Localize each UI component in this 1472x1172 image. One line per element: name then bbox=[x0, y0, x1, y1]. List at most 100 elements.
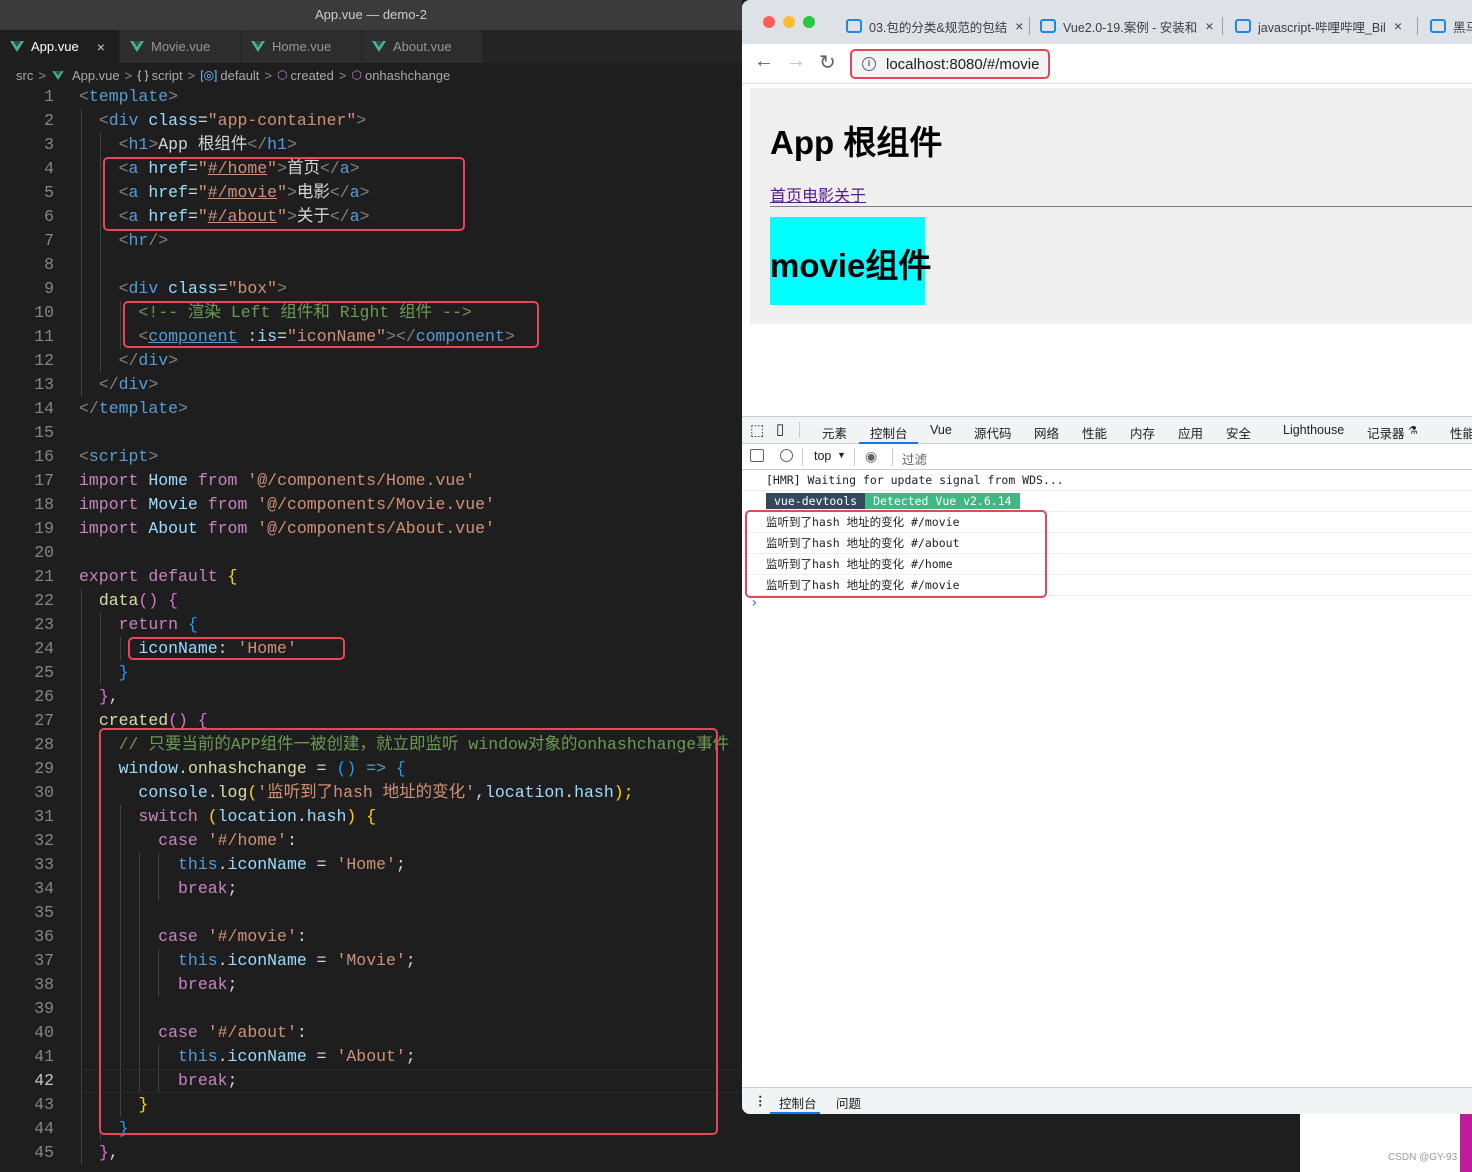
info-icon[interactable]: i bbox=[862, 57, 876, 71]
link-about[interactable]: 关于 bbox=[834, 188, 866, 205]
bilibili-tv-icon bbox=[1430, 19, 1446, 33]
address-bar-url[interactable]: localhost:8080/#/movie bbox=[886, 56, 1039, 73]
tab-divider bbox=[1417, 17, 1418, 35]
close-icon[interactable]: × bbox=[1205, 18, 1213, 34]
code-line: <script> bbox=[79, 447, 159, 466]
more-vertical-icon[interactable]: ⋮ bbox=[754, 1093, 767, 1108]
browser-window: 03.包的分类&规范的包结 × Vue2.0-19.案例 - 安装和 × jav… bbox=[742, 0, 1472, 1114]
sidebar-toggle-icon[interactable] bbox=[750, 449, 764, 462]
tab-app-vue[interactable]: App.vue × bbox=[0, 30, 120, 63]
context-selector[interactable]: top bbox=[814, 449, 831, 463]
toolbar-divider bbox=[892, 448, 893, 466]
browser-tab[interactable]: Vue2.0-19.案例 - 安装和 × bbox=[1040, 8, 1218, 44]
bilibili-tv-icon bbox=[1040, 19, 1056, 33]
tab-vue[interactable]: Vue bbox=[930, 423, 952, 437]
chevron-right-icon: > bbox=[38, 67, 46, 83]
devtools-tab-bar: ⬚ ▯ 元素 控制台 Vue 源代码 网络 性能 内存 应用 安全 Lighth… bbox=[742, 416, 1472, 444]
close-icon[interactable]: × bbox=[97, 39, 105, 55]
page-viewport: App 根组件 首页电影关于 movie组件 bbox=[742, 84, 1472, 416]
tab-recorder[interactable]: 记录器 bbox=[1367, 423, 1405, 442]
code-line: import About from '@/components/About.vu… bbox=[79, 519, 495, 538]
tab-movie-vue[interactable]: Movie.vue bbox=[120, 30, 241, 63]
inspect-element-icon[interactable]: ⬚ bbox=[750, 421, 764, 439]
chevron-down-icon[interactable]: ▼ bbox=[837, 450, 846, 460]
back-arrow-icon[interactable]: ← bbox=[754, 50, 774, 73]
devtools-badge: vue-devtools bbox=[766, 493, 866, 509]
line-number: 15 bbox=[34, 423, 54, 442]
tab-sources[interactable]: 源代码 bbox=[974, 423, 1012, 442]
browser-tab[interactable]: 黑马 bbox=[1430, 8, 1472, 44]
tab-console[interactable]: 控制台 bbox=[870, 423, 908, 442]
line-number: 39 bbox=[34, 999, 54, 1018]
tab-network[interactable]: 网络 bbox=[1034, 423, 1059, 442]
code-line: } bbox=[118, 663, 129, 682]
drawer-tab-console[interactable]: 控制台 bbox=[779, 1093, 817, 1112]
tab-performance[interactable]: 性能 bbox=[1082, 423, 1107, 442]
app-heading: App 根组件 bbox=[770, 124, 943, 161]
tab-memory[interactable]: 内存 bbox=[1130, 423, 1155, 442]
app-container: App 根组件 首页电影关于 movie组件 bbox=[750, 88, 1472, 324]
toolbar-divider bbox=[799, 422, 800, 438]
breadcrumb-script[interactable]: script bbox=[152, 68, 183, 83]
highlight-box-links bbox=[103, 157, 465, 231]
tab-about-vue[interactable]: About.vue bbox=[362, 30, 483, 63]
reload-icon[interactable]: ↻ bbox=[819, 50, 836, 75]
divider bbox=[770, 206, 1472, 207]
movie-heading: movie组件 bbox=[770, 247, 932, 284]
breadcrumb-src[interactable]: src bbox=[16, 68, 33, 83]
highlight-box-onhashchange bbox=[99, 728, 718, 1135]
line-number: 8 bbox=[44, 255, 54, 274]
clear-console-icon[interactable] bbox=[780, 449, 793, 462]
tab-performance-insights[interactable]: 性能 bbox=[1450, 423, 1472, 442]
breadcrumb-default[interactable]: default bbox=[220, 68, 259, 83]
tab-label: App.vue bbox=[31, 39, 79, 54]
breadcrumb-file[interactable]: App.vue bbox=[72, 68, 120, 83]
close-icon[interactable]: × bbox=[1015, 18, 1023, 34]
eye-icon[interactable]: ◉ bbox=[865, 448, 877, 465]
method-cube-icon: ⬡ bbox=[351, 68, 362, 82]
code-line: import Movie from '@/components/Movie.vu… bbox=[79, 495, 495, 514]
forward-arrow-icon[interactable]: → bbox=[786, 50, 806, 73]
browser-tab-bar: 03.包的分类&规范的包结 × Vue2.0-19.案例 - 安装和 × jav… bbox=[742, 0, 1472, 44]
code-line: </div> bbox=[118, 351, 179, 370]
tab-lighthouse[interactable]: Lighthouse bbox=[1283, 423, 1344, 437]
editor-tab-bar: App.vue × Movie.vue Home.vue About.vue bbox=[0, 30, 742, 63]
code-line: <template> bbox=[79, 87, 179, 106]
zoom-window-button[interactable] bbox=[803, 16, 815, 28]
detected-vue-badge: Detected Vue v2.6.14 bbox=[865, 493, 1020, 509]
minimize-window-button[interactable] bbox=[783, 16, 795, 28]
chevron-right-icon: > bbox=[124, 67, 133, 83]
breadcrumb: src > App.vue > { } script > [◎] default… bbox=[0, 63, 742, 87]
breadcrumb-onhashchange[interactable]: onhashchange bbox=[365, 68, 450, 83]
braces-icon: { } bbox=[137, 68, 149, 82]
highlight-box-component bbox=[123, 301, 539, 348]
vue-file-icon bbox=[130, 41, 144, 52]
console-output: [HMR] Waiting for update signal from WDS… bbox=[742, 470, 1472, 1087]
address-bar[interactable]: i localhost:8080/#/movie bbox=[850, 49, 1050, 79]
browser-tab[interactable]: javascript-哔哩哔哩_Bil × bbox=[1235, 8, 1413, 44]
filter-input[interactable]: 过滤 bbox=[902, 449, 927, 468]
method-cube-icon: ⬡ bbox=[277, 68, 288, 82]
tab-elements[interactable]: 元素 bbox=[822, 423, 847, 442]
code-line: <hr/> bbox=[118, 231, 169, 250]
device-toolbar-icon[interactable]: ▯ bbox=[776, 420, 784, 438]
close-icon[interactable]: × bbox=[1394, 18, 1402, 34]
vue-file-icon bbox=[372, 41, 386, 52]
breadcrumb-created[interactable]: created bbox=[291, 68, 334, 83]
tab-application[interactable]: 应用 bbox=[1178, 423, 1203, 442]
link-home[interactable]: 首页 bbox=[770, 188, 802, 205]
tab-label: Movie.vue bbox=[151, 39, 211, 54]
code-line: <div class="app-container"> bbox=[98, 111, 367, 130]
close-window-button[interactable] bbox=[763, 16, 775, 28]
active-tab-indicator bbox=[770, 1112, 820, 1114]
tab-security[interactable]: 安全 bbox=[1226, 423, 1251, 442]
bilibili-tv-icon bbox=[846, 19, 862, 33]
drawer-tab-issues[interactable]: 问题 bbox=[836, 1093, 861, 1112]
console-message: vue-devtools Detected Vue v2.6.14 bbox=[742, 491, 1472, 512]
vue-file-icon bbox=[52, 70, 64, 80]
tab-home-vue[interactable]: Home.vue bbox=[241, 30, 362, 63]
link-movie[interactable]: 电影 bbox=[802, 188, 834, 205]
browser-tab[interactable]: 03.包的分类&规范的包结 × bbox=[846, 8, 1026, 44]
vue-file-icon bbox=[251, 41, 265, 52]
chevron-right-icon: > bbox=[264, 67, 273, 83]
